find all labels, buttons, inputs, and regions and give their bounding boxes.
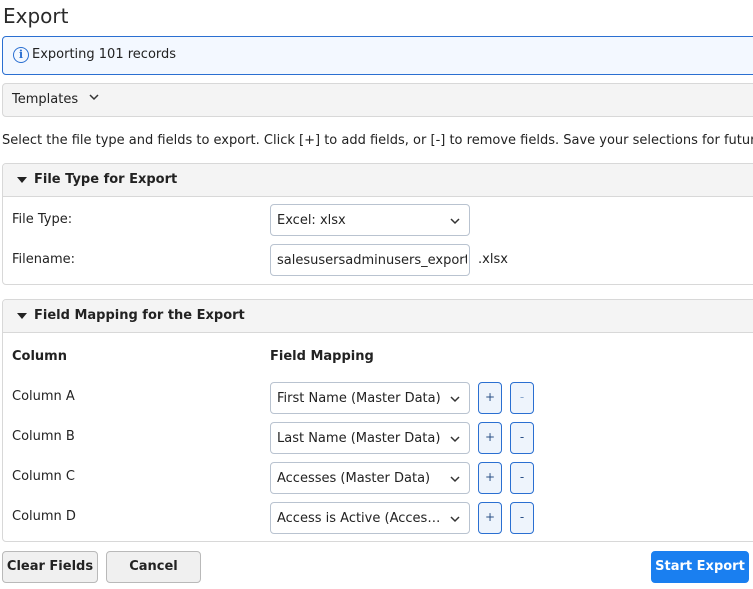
remove-field-button[interactable]: -	[510, 462, 534, 494]
field-mapping-select[interactable]: Last Name (Master Data)	[270, 422, 470, 454]
add-field-button[interactable]: +	[478, 382, 502, 414]
column-label: Column D	[12, 509, 76, 524]
remove-field-button[interactable]: -	[510, 422, 534, 454]
chevron-down-icon	[450, 396, 460, 403]
start-export-button[interactable]: Start Export	[651, 551, 749, 583]
field-mapping-panel: Field Mapping for the Export Column Fiel…	[2, 299, 753, 542]
field-mapping-value: Last Name (Master Data)	[277, 431, 441, 446]
column-header: Column	[12, 349, 67, 364]
chevron-down-icon	[450, 476, 460, 483]
add-field-button[interactable]: +	[478, 502, 502, 534]
file-type-label: File Type:	[12, 212, 73, 227]
add-field-button[interactable]: +	[478, 462, 502, 494]
caret-down-icon	[17, 313, 27, 319]
clear-fields-button[interactable]: Clear Fields	[2, 551, 98, 583]
cancel-button[interactable]: Cancel	[106, 551, 201, 583]
column-label: Column A	[12, 389, 75, 404]
field-mapping-header: Field Mapping	[270, 349, 374, 364]
chevron-down-icon	[450, 218, 460, 225]
filename-input[interactable]: salesusersadminusers_export	[270, 244, 470, 276]
file-type-panel-title: File Type for Export	[34, 172, 178, 187]
chevron-down-icon	[89, 94, 99, 101]
caret-down-icon	[17, 177, 27, 183]
field-mapping-value: Accesses (Master Data)	[277, 471, 431, 486]
page-title: Export	[3, 4, 69, 28]
field-mapping-panel-title: Field Mapping for the Export	[34, 308, 245, 323]
info-text: Exporting 101 records	[32, 47, 177, 62]
remove-field-button[interactable]: -	[510, 382, 534, 414]
column-label: Column B	[12, 429, 75, 444]
chevron-down-icon	[450, 516, 460, 523]
filename-value: salesusersadminusers_export	[277, 253, 467, 268]
file-type-value: Excel: xlsx	[277, 213, 346, 228]
info-banner: i Exporting 101 records	[2, 36, 753, 75]
column-label: Column C	[12, 469, 75, 484]
export-description: Select the file type and fields to expor…	[2, 133, 753, 148]
field-mapping-value: Access is Active (Access Data)	[277, 511, 443, 526]
file-type-panel: File Type for Export File Type: Excel: x…	[2, 163, 753, 285]
templates-toggle[interactable]: Templates	[2, 83, 753, 117]
field-mapping-select[interactable]: Accesses (Master Data)	[270, 462, 470, 494]
field-mapping-select[interactable]: Access is Active (Access Data)	[270, 502, 470, 534]
filename-suffix: .xlsx	[478, 252, 508, 267]
add-field-button[interactable]: +	[478, 422, 502, 454]
filename-label: Filename:	[12, 252, 76, 267]
file-type-select[interactable]: Excel: xlsx	[270, 204, 470, 236]
field-mapping-value: First Name (Master Data)	[277, 391, 441, 406]
field-mapping-select[interactable]: First Name (Master Data)	[270, 382, 470, 414]
remove-field-button[interactable]: -	[510, 502, 534, 534]
chevron-down-icon	[450, 436, 460, 443]
templates-label: Templates	[12, 92, 79, 107]
file-type-panel-header[interactable]: File Type for Export	[3, 164, 753, 197]
field-mapping-panel-header[interactable]: Field Mapping for the Export	[3, 300, 753, 333]
info-icon: i	[13, 47, 29, 63]
